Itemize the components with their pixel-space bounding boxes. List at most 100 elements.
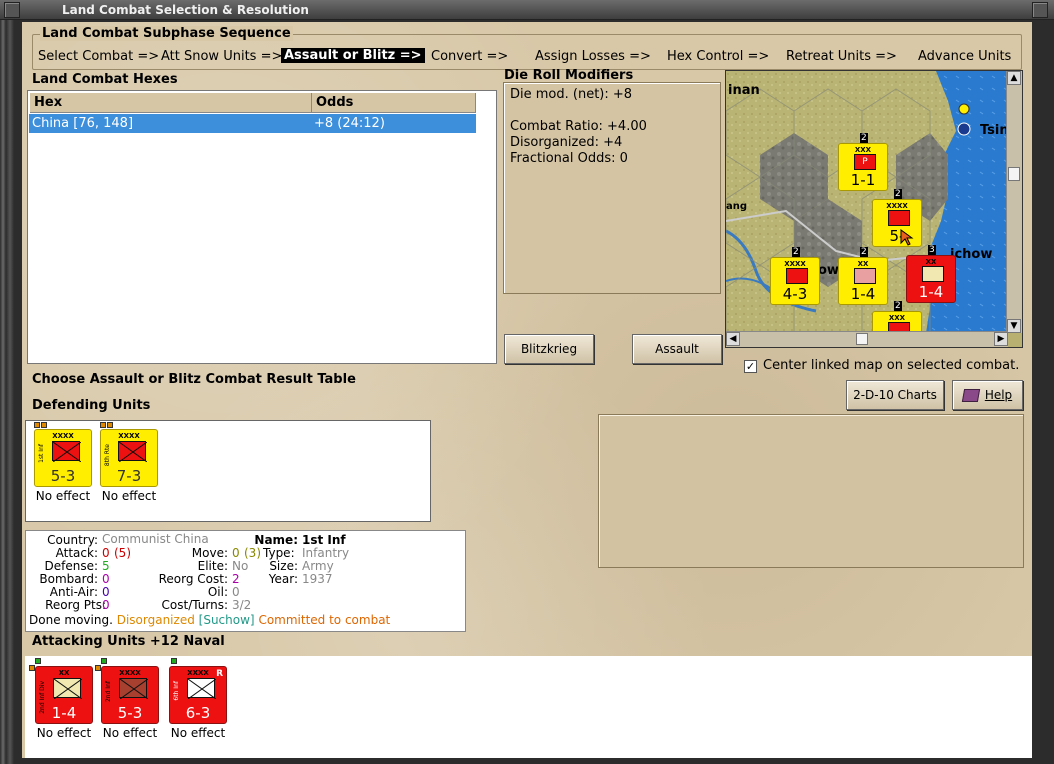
counter-name: 2nd Inf: [105, 681, 112, 703]
infantry-symbol-icon: [119, 678, 149, 700]
status-committed: Committed to combat: [258, 613, 391, 627]
unit-status-line: Done moving. Disorganized [Suchow] Commi…: [29, 614, 390, 627]
counter-name: 1st Inf: [38, 444, 45, 463]
counter-size: XXXX: [784, 260, 806, 268]
drm-title: Die Roll Modifiers: [504, 68, 634, 83]
assault-button[interactable]: Assault: [632, 334, 722, 364]
map-label-tsin: Tsin: [980, 123, 1008, 138]
odds-column-header[interactable]: Odds: [312, 93, 476, 113]
table-row[interactable]: China [76, 148] +8 (24:12): [29, 114, 476, 133]
blitzkrieg-button[interactable]: Blitzkrieg: [504, 334, 594, 364]
status-dot: [101, 658, 107, 664]
attacking-unit-status: No effect: [36, 726, 92, 740]
counter-size: XXXX: [886, 202, 908, 210]
status-done: Done moving.: [29, 613, 113, 627]
counter-size: XX: [58, 669, 70, 677]
status-location: [Suchow]: [198, 613, 255, 627]
close-icon[interactable]: [1032, 2, 1048, 18]
counter-strength: 6-3: [185, 704, 211, 722]
infantry-symbol-icon: [187, 678, 217, 700]
year-label: Year:: [268, 572, 298, 586]
cost-turns-label: Cost/Turns:: [161, 598, 228, 612]
status-dot: [107, 422, 113, 428]
status-dot: [34, 422, 40, 428]
defending-unit-counter[interactable]: XXXX 1st Inf 5-3: [34, 429, 92, 487]
hex-cell: China [76, 148]: [32, 116, 134, 131]
map-label-ang: ang: [726, 201, 748, 212]
stack-count: 3: [928, 245, 936, 255]
drm-panel: Die mod. (net): +8 Combat Ratio: +4.00 D…: [503, 82, 721, 294]
reorg-pts-value: 0: [102, 598, 110, 612]
attacking-unit-status: No effect: [102, 726, 158, 740]
step-select-combat: Select Combat =>: [38, 49, 160, 64]
vertical-scroll-thumb[interactable]: [1008, 167, 1020, 181]
scroll-up-icon[interactable]: ▲: [1007, 71, 1021, 85]
counter-strength: 1-4: [51, 704, 77, 722]
map-horizontal-scrollbar[interactable]: ◀ ▶: [726, 331, 1008, 347]
infantry-symbol-icon: [53, 678, 83, 700]
map-counter[interactable]: XX 1-4: [906, 255, 956, 303]
nato-symbol: P: [854, 154, 876, 170]
system-menu-icon[interactable]: [4, 2, 20, 18]
scroll-down-icon[interactable]: ▼: [1007, 319, 1021, 333]
unit-info-panel: Country: Communist China Name: 1st Inf A…: [25, 530, 466, 632]
attacking-unit-counter[interactable]: XX 2nd Inf Div 1-4: [35, 666, 93, 724]
counter-strength: 5-3: [117, 704, 143, 722]
counter-strength: 1-4: [918, 283, 944, 301]
drm-net: Die mod. (net): +8: [510, 87, 633, 102]
nato-symbol: [922, 266, 944, 282]
status-dot: [41, 422, 47, 428]
title-bar[interactable]: Land Combat Selection & Resolution: [0, 0, 1054, 20]
attacking-unit-counter[interactable]: XXXX R 6th Inf 6-3: [169, 666, 227, 724]
attacking-units-panel: XX 2nd Inf Div 1-4 No effect XXXX 2nd In…: [25, 656, 1032, 758]
hexes-table[interactable]: Hex Odds China [76, 148] +8 (24:12): [27, 90, 497, 364]
drm-combat-ratio: Combat Ratio: +4.00: [510, 119, 647, 134]
counter-size: XXX: [888, 314, 906, 322]
defending-unit-status: No effect: [101, 489, 157, 503]
help-button[interactable]: Help: [952, 380, 1023, 410]
counter-size: XXXX: [52, 432, 74, 440]
defending-title: Defending Units: [32, 398, 151, 413]
dialog-client: Land Combat Subphase Sequence Select Com…: [22, 22, 1032, 758]
choose-crt-label: Choose Assault or Blitz Combat Result Ta…: [32, 372, 356, 387]
drm-spacer: [510, 103, 714, 119]
counter-strength: 7-3: [116, 467, 142, 485]
hex-column-header[interactable]: Hex: [30, 93, 312, 113]
scroll-right-icon[interactable]: ▶: [994, 332, 1008, 346]
counter-strength: 4-3: [782, 285, 808, 303]
map-view[interactable]: inan Tsin ang ow ichow XXX P 1-1 2 XXXX …: [726, 71, 1008, 333]
drm-fractional-odds: Fractional Odds: 0: [510, 151, 628, 166]
attacking-unit-counter[interactable]: XXXX 2nd Inf 5-3: [101, 666, 159, 724]
drm-disorganized: Disorganized: +4: [510, 135, 623, 150]
counter-size: XX: [857, 260, 869, 268]
defending-unit-counter[interactable]: XXXX 8th Rte 7-3: [100, 429, 158, 487]
step-advance-units: Advance Units: [918, 49, 1012, 64]
center-map-label: Center linked map on selected combat.: [763, 358, 1020, 373]
combat-result-panel: [598, 414, 1024, 568]
attack-paren: (5): [114, 546, 131, 560]
infantry-symbol-icon: [52, 441, 82, 463]
status-disorganized: Disorganized: [116, 613, 195, 627]
counter-size: XX: [925, 258, 937, 266]
counter-size: XXXX: [118, 432, 140, 440]
linked-map[interactable]: inan Tsin ang ow ichow XXX P 1-1 2 XXXX …: [725, 70, 1023, 348]
subphase-title: Land Combat Subphase Sequence: [40, 26, 293, 41]
map-vertical-scrollbar[interactable]: ▲ ▼: [1006, 71, 1022, 333]
book-icon: [961, 389, 981, 402]
horizontal-scroll-thumb[interactable]: [856, 333, 868, 345]
status-dot: [171, 658, 177, 664]
reorg-pts-label: Reorg Pts:: [45, 598, 106, 612]
attacking-title: Attacking Units +12 Naval: [32, 634, 225, 649]
map-counter[interactable]: XXX: [872, 311, 922, 333]
counter-strength: 1-4: [850, 285, 876, 303]
infantry-symbol-icon: [118, 441, 148, 463]
charts-button[interactable]: 2-D-10 Charts: [846, 380, 944, 410]
center-map-checkbox[interactable]: ✓: [744, 360, 757, 373]
window-frame: Land Combat Selection & Resolution Land …: [0, 0, 1054, 764]
scroll-left-icon[interactable]: ◀: [726, 332, 740, 346]
map-counter[interactable]: XXX P 1-1: [838, 143, 888, 191]
map-counter[interactable]: XX 1-4: [838, 257, 888, 305]
nato-symbol: [854, 268, 876, 284]
status-dot: [100, 422, 106, 428]
map-counter[interactable]: XXXX 4-3: [770, 257, 820, 305]
